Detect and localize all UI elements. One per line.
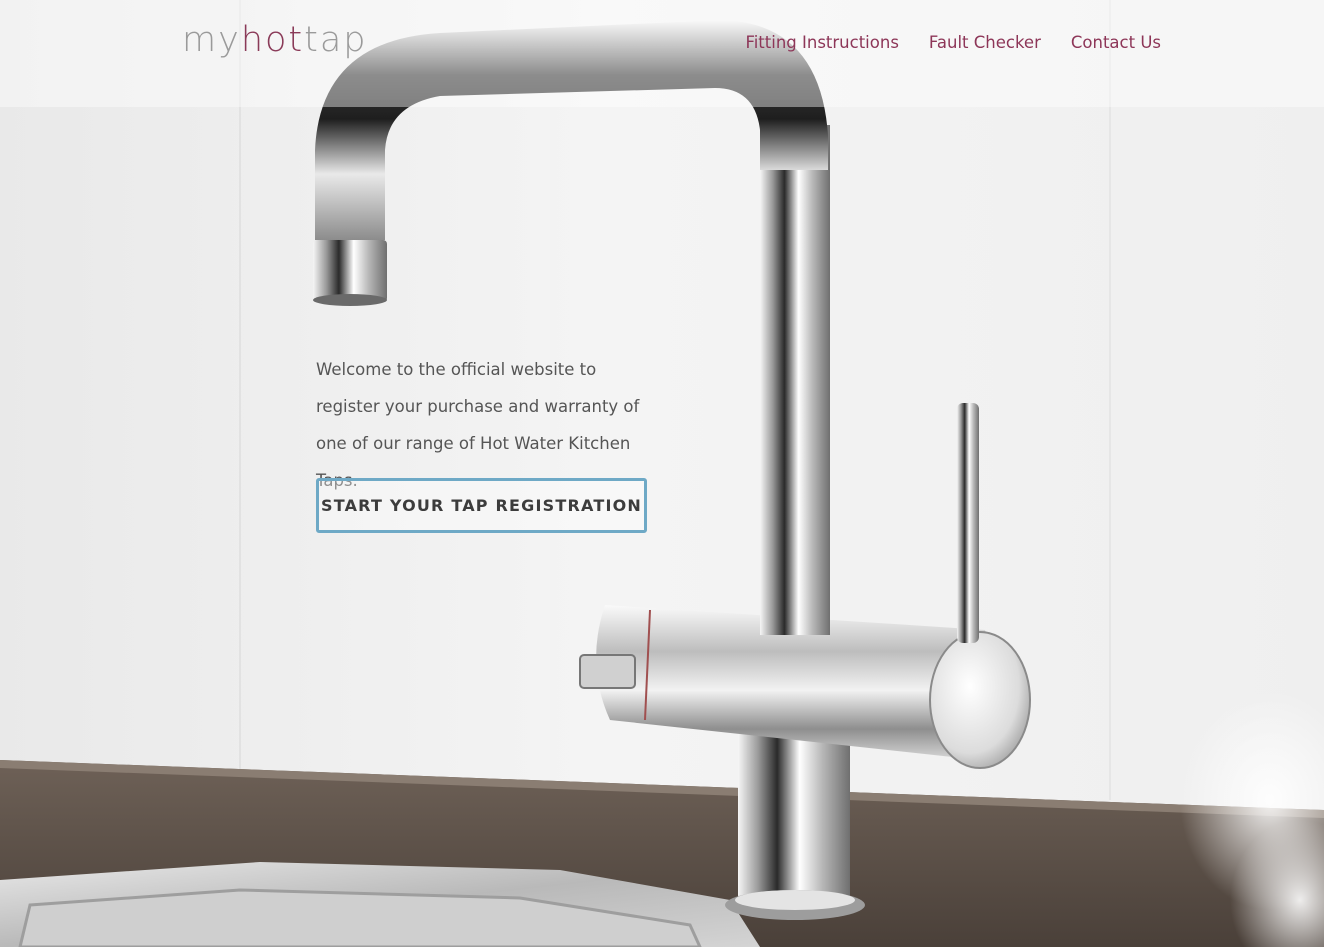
main-nav: Fitting Instructions Fault Checker Conta… — [745, 31, 1161, 55]
logo-text-hot: hot — [240, 20, 305, 60]
hero-intro-text: Welcome to the official website to regis… — [316, 360, 640, 490]
nav-link-fitting-instructions[interactable]: Fitting Instructions — [745, 31, 898, 55]
start-registration-button[interactable]: START YOUR TAP REGISTRATION — [316, 478, 647, 533]
hero-background-image — [0, 0, 1324, 947]
site-logo[interactable]: myhottap — [182, 18, 368, 62]
page: myhottap Fitting Instructions Fault Chec… — [0, 0, 1324, 947]
logo-text-tap: tap — [304, 20, 368, 60]
nav-link-contact-us[interactable]: Contact Us — [1071, 31, 1161, 55]
nav-link-fault-checker[interactable]: Fault Checker — [929, 31, 1041, 55]
logo-text-my: my — [182, 20, 241, 60]
site-header: myhottap Fitting Instructions Fault Chec… — [0, 0, 1324, 107]
